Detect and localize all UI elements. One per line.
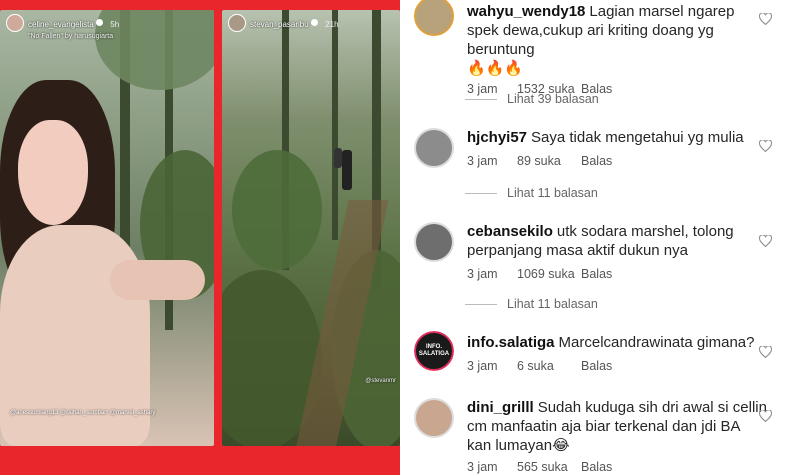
comment-username[interactable]: info.salatiga <box>467 334 555 351</box>
story-tags[interactable]: @anessumiang13 @raihan_sumbarr @marvel_a… <box>10 410 155 416</box>
avatar[interactable] <box>414 222 454 262</box>
comment-username[interactable]: cebansekilo <box>467 223 553 240</box>
verified-icon <box>95 19 103 27</box>
like-count[interactable]: 89 suka <box>517 154 581 168</box>
heart-icon[interactable] <box>759 140 772 152</box>
story-stevan: stevan_pasaribu 21h @stevanmr <box>222 10 400 446</box>
comment-username[interactable]: dini_grilll <box>467 399 534 416</box>
like-count[interactable]: 6 suka <box>517 359 581 373</box>
heart-icon[interactable] <box>759 235 772 247</box>
view-replies[interactable]: Lihat 11 balasan <box>465 297 598 311</box>
story-time: 5h <box>110 20 120 29</box>
comment-time: 3 jam <box>467 154 498 168</box>
comment-body: Marcelcandrawinata gimana? <box>558 334 755 351</box>
story-celine: celine_evangelista 5h "No Fallen" by har… <box>0 10 214 446</box>
avatar[interactable] <box>414 398 454 438</box>
comment-username[interactable]: wahyu_wendy18 <box>467 3 585 20</box>
story-collage: celine_evangelista 5h "No Fallen" by har… <box>0 0 400 475</box>
heart-icon[interactable] <box>759 13 772 25</box>
reply-button[interactable]: Balas <box>581 267 612 281</box>
reply-button[interactable]: Balas <box>581 359 612 373</box>
avatar[interactable] <box>228 14 246 32</box>
comment-username[interactable]: hjchyi57 <box>467 129 527 146</box>
laugh-emoji: 😂 <box>552 437 570 454</box>
heart-icon[interactable] <box>759 346 772 358</box>
avatar[interactable]: INFO. SALATIGA <box>414 331 454 371</box>
fire-emoji: 🔥🔥🔥 <box>467 60 524 77</box>
view-replies[interactable]: Lihat 39 balasan <box>465 92 599 106</box>
like-count[interactable]: 1069 suka <box>517 267 581 281</box>
view-replies-label[interactable]: Lihat 11 balasan <box>507 186 598 200</box>
story-time: 21h <box>325 20 339 29</box>
view-replies-label[interactable]: Lihat 39 balasan <box>507 92 599 106</box>
story-header: stevan_pasaribu 21h <box>228 14 339 32</box>
story-header: celine_evangelista 5h "No Fallen" by har… <box>6 14 119 40</box>
divider <box>465 98 497 100</box>
comments-panel: wahyu_wendy18 Lagian marsel ngarep spek d… <box>400 0 800 475</box>
reply-button[interactable]: Balas <box>581 154 612 168</box>
comment-time: 3 jam <box>467 359 498 373</box>
view-replies-label[interactable]: Lihat 11 balasan <box>507 297 598 311</box>
verified-icon <box>310 19 318 27</box>
story-music[interactable]: "No Fallen" by harusugiarta <box>28 33 119 40</box>
comment-body: Saya tidak mengetahui yg mulia <box>531 129 744 146</box>
comment-time: 3 jam <box>467 267 498 281</box>
story-watermark: @stevanmr <box>365 378 396 384</box>
comment-time: 3 jam <box>467 460 498 474</box>
story-username[interactable]: celine_evangelista <box>28 20 94 29</box>
story-username[interactable]: stevan_pasaribu <box>250 20 309 29</box>
avatar[interactable] <box>6 14 24 32</box>
like-count[interactable]: 565 suka <box>517 460 581 474</box>
reply-button[interactable]: Balas <box>581 460 612 474</box>
divider <box>465 192 497 194</box>
view-replies[interactable]: Lihat 11 balasan <box>465 186 598 200</box>
comment-text: wahyu_wendy18 Lagian marsel ngarep spek d… <box>467 2 767 78</box>
avatar[interactable] <box>414 128 454 168</box>
divider <box>465 303 497 305</box>
avatar[interactable] <box>414 0 454 36</box>
heart-icon[interactable] <box>759 410 772 422</box>
info-salatiga-logo: INFO. SALATIGA <box>414 331 454 371</box>
